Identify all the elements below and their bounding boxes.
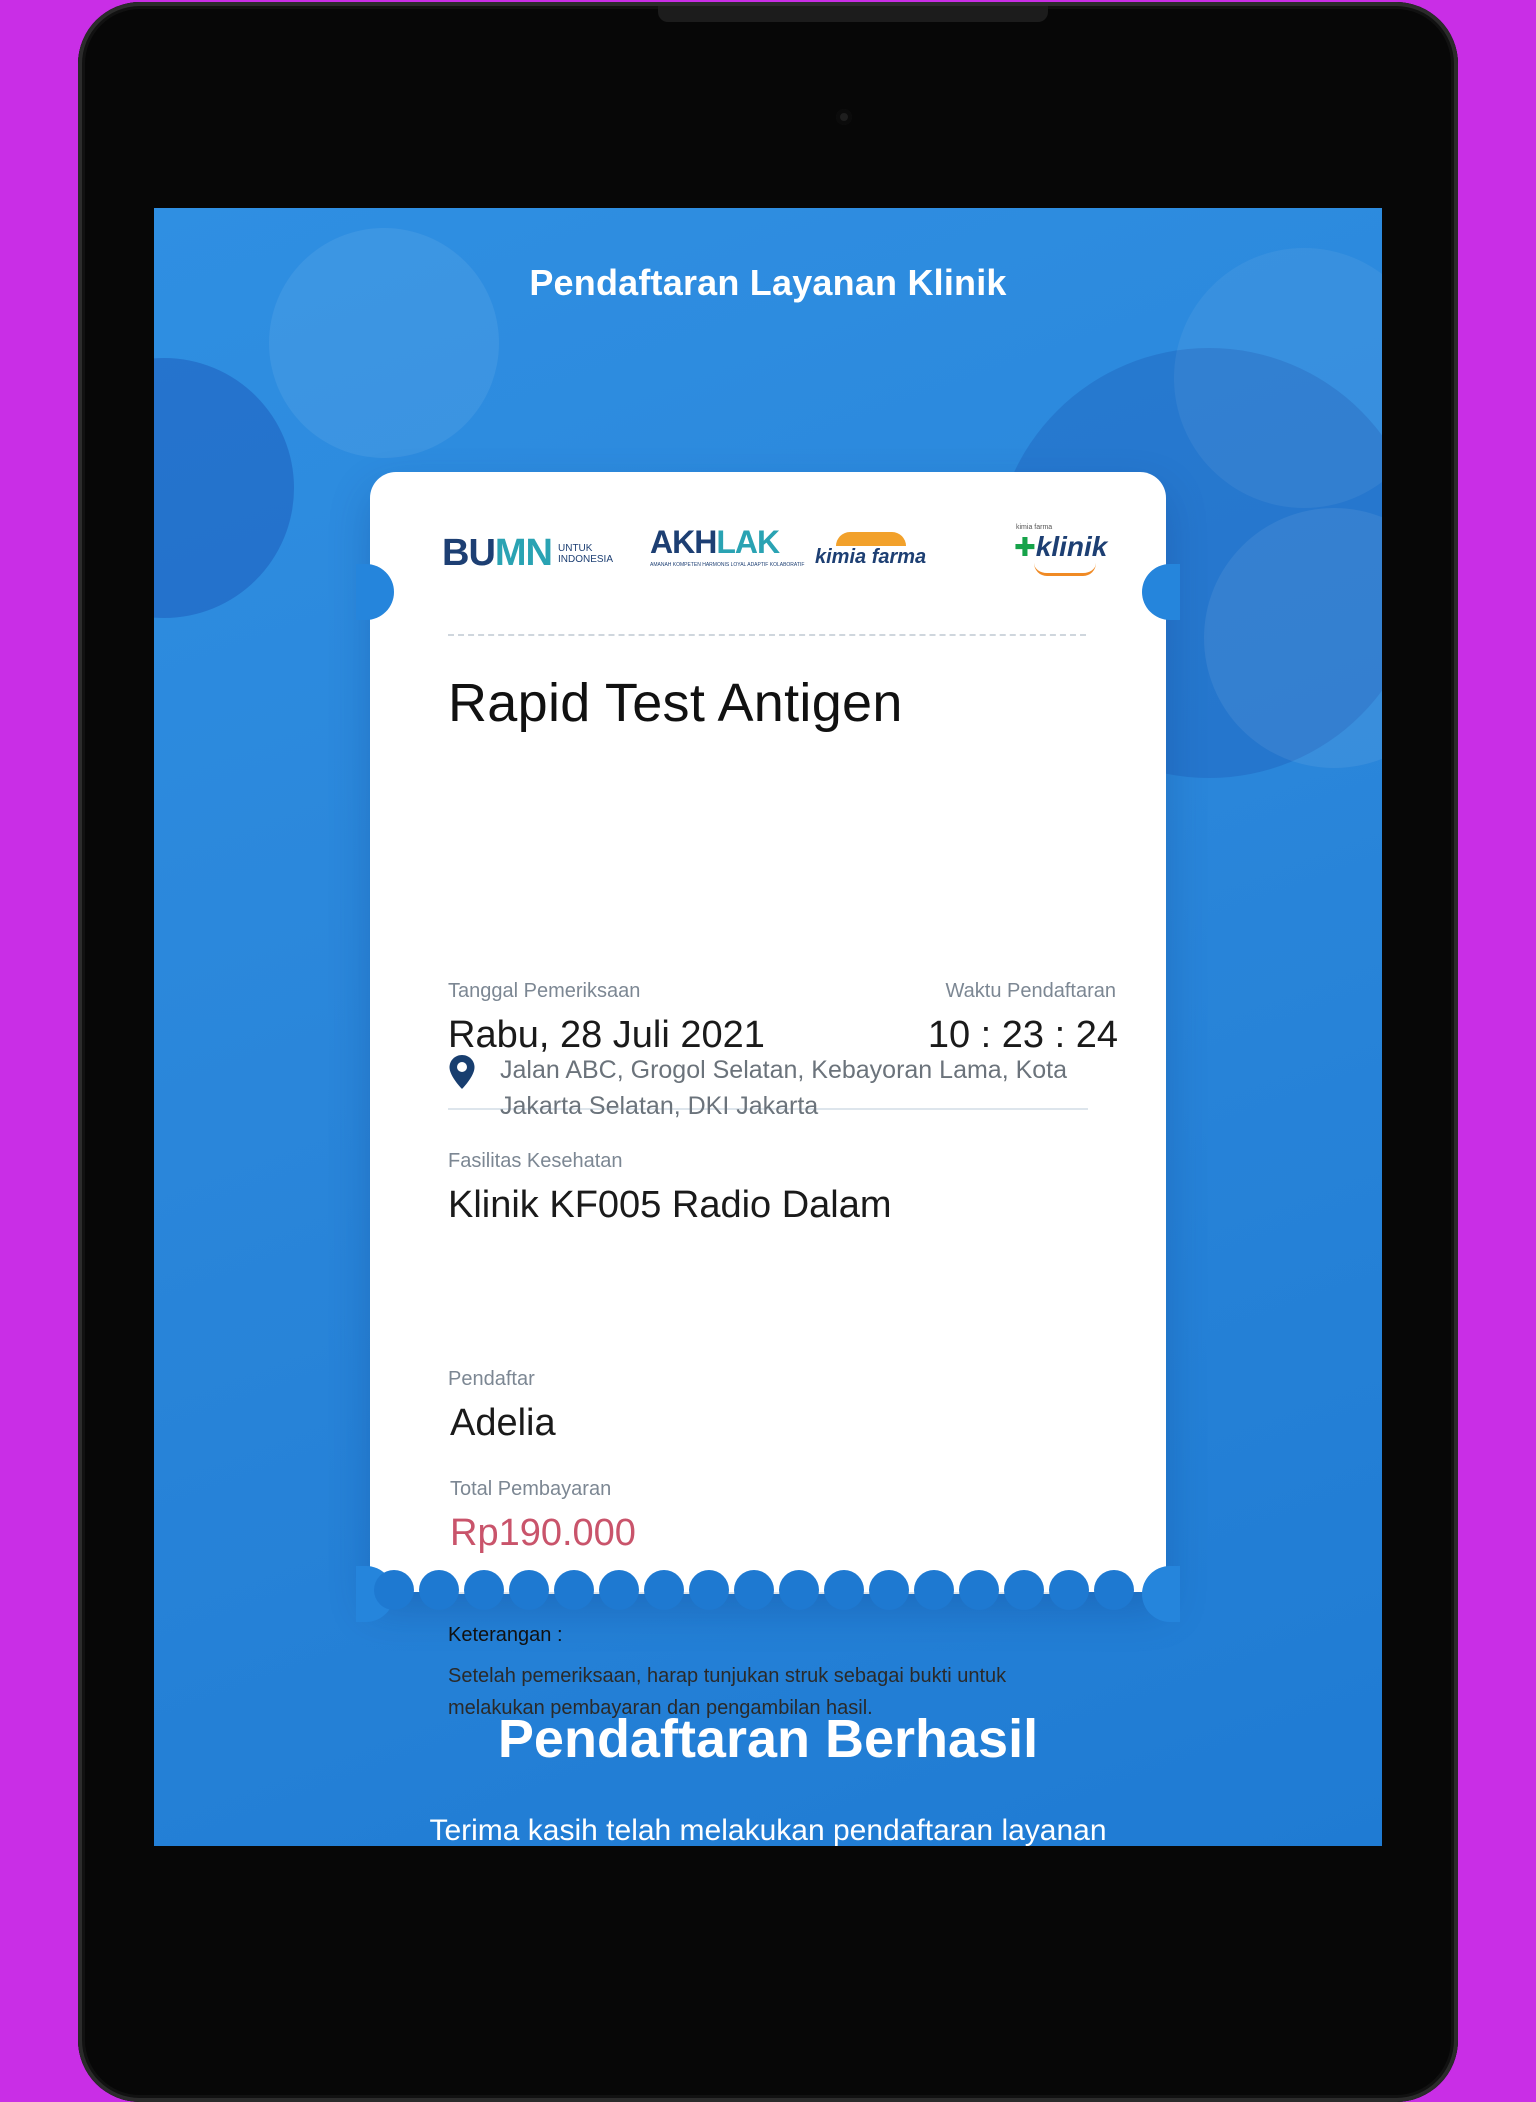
akhlak-logo: AKHLAK AMANAH KOMPETEN HARMONIS LOYAL AD… (650, 524, 805, 568)
ticket-scallop (734, 1570, 774, 1610)
ticket-scallop (959, 1570, 999, 1610)
ticket-scallop (779, 1570, 819, 1610)
ticket-scallop (599, 1570, 639, 1610)
registration-time-value: 10 : 23 : 24 (927, 1014, 1118, 1056)
dashed-divider (448, 634, 1086, 636)
bumn-logo: BUMN UNTUK INDONESIA (442, 532, 614, 574)
ticket-scallop (1094, 1570, 1134, 1610)
ticket-scallop (509, 1570, 549, 1610)
ticket-scallop (689, 1570, 729, 1610)
ticket-scallop (824, 1570, 864, 1610)
ticket-scallop (464, 1570, 504, 1610)
medical-cross-icon: ✚ (1014, 532, 1036, 562)
ticket-scallop (914, 1570, 954, 1610)
partner-logos: BUMN UNTUK INDONESIA AKHLAK AMANAH KOMPET… (370, 524, 1166, 584)
ticket-scallop (1004, 1570, 1044, 1610)
payment-amount: Rp190.000 (450, 1512, 636, 1554)
success-message: Terima kasih telah melakukan pendaftaran… (429, 1814, 1107, 1846)
facility-label: Fasilitas Kesehatan (448, 1150, 623, 1172)
background-shape (154, 358, 294, 618)
page-title: Pendaftaran Layanan Klinik (529, 262, 1007, 303)
app-screen: Pendaftaran Layanan Klinik BUMN UNTUK IND… (154, 208, 1382, 1846)
ticket-notch-right (1142, 1566, 1180, 1622)
tablet-top-edge (658, 6, 1048, 22)
registrant-label: Pendaftar (448, 1368, 535, 1390)
service-name: Rapid Test Antigen (448, 673, 903, 733)
ticket-scallop (419, 1570, 459, 1610)
location-pin-icon (448, 1054, 476, 1095)
front-camera (836, 109, 852, 125)
kimia-farma-logo: kimia farma (815, 532, 926, 569)
ticket-scallop (1049, 1570, 1089, 1610)
exam-date-value: Rabu, 28 Juli 2021 (448, 1014, 765, 1056)
registrant-name: Adelia (450, 1402, 556, 1444)
kimia-farma-klinik-logo: kimia farma ✚ klinik (1014, 524, 1107, 576)
ticket-scallop (644, 1570, 684, 1610)
success-title: Pendaftaran Berhasil (497, 1709, 1039, 1769)
facility-address: Jalan ABC, Grogol Selatan, Kebayoran Lam… (500, 1056, 1068, 1120)
kimia-farma-sun-icon (835, 532, 906, 546)
ticket-scallop (374, 1570, 414, 1610)
ticket-scallop (554, 1570, 594, 1610)
klinik-swoosh (1034, 563, 1096, 576)
ticket-scallop (869, 1570, 909, 1610)
facility-name: Klinik KF005 Radio Dalam (448, 1184, 892, 1226)
note-title: Keterangan : (448, 1624, 563, 1646)
registration-ticket: BUMN UNTUK INDONESIA AKHLAK AMANAH KOMPET… (356, 472, 1180, 1719)
registration-time-label: Waktu Pendaftaran (945, 980, 1116, 1002)
payment-label: Total Pembayaran (450, 1478, 612, 1500)
exam-date-label: Tanggal Pemeriksaan (448, 980, 641, 1002)
